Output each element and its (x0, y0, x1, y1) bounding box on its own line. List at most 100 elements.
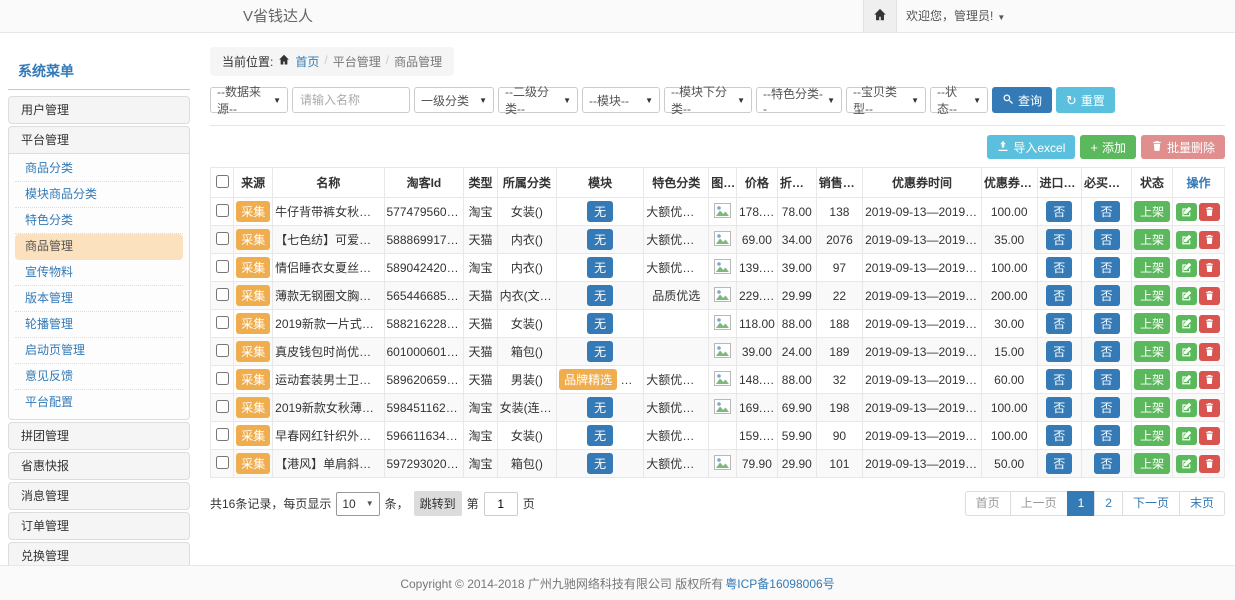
edit-button[interactable] (1176, 371, 1197, 389)
must-buy-button[interactable]: 否 (1094, 285, 1120, 306)
row-checkbox[interactable] (216, 260, 229, 273)
row-checkbox[interactable] (216, 344, 229, 357)
select-all-checkbox[interactable] (216, 175, 229, 188)
module-none-button[interactable]: 无 (587, 201, 613, 222)
add-button[interactable]: + 添加 (1080, 135, 1136, 159)
page-button-首页[interactable]: 首页 (965, 491, 1011, 516)
name-search-input[interactable] (292, 87, 410, 113)
edit-button[interactable] (1176, 259, 1197, 277)
status-button[interactable]: 上架 (1134, 341, 1170, 362)
edit-button[interactable] (1176, 287, 1197, 305)
row-checkbox[interactable] (216, 288, 229, 301)
icp-link[interactable]: 粤ICP备16098006号 (725, 575, 834, 592)
sidebar-group-header[interactable]: 订单管理 (9, 513, 189, 539)
row-checkbox[interactable] (216, 456, 229, 469)
batch-delete-button[interactable]: 批量删除 (1141, 135, 1225, 159)
status-button[interactable]: 上架 (1134, 425, 1170, 446)
status-button[interactable]: 上架 (1134, 313, 1170, 334)
filter-select[interactable]: --宝贝类型--▼ (846, 87, 926, 113)
must-buy-button[interactable]: 否 (1094, 313, 1120, 334)
row-checkbox[interactable] (216, 400, 229, 413)
must-buy-button[interactable]: 否 (1094, 341, 1120, 362)
status-button[interactable]: 上架 (1134, 397, 1170, 418)
delete-button[interactable] (1199, 371, 1220, 389)
delete-button[interactable] (1199, 455, 1220, 473)
filter-select[interactable]: --状态--▼ (930, 87, 988, 113)
import-select-button[interactable]: 否 (1046, 369, 1072, 390)
import-select-button[interactable]: 否 (1046, 425, 1072, 446)
must-buy-button[interactable]: 否 (1094, 397, 1120, 418)
module-none-button[interactable]: 无 (587, 425, 613, 446)
edit-button[interactable] (1176, 427, 1197, 445)
status-button[interactable]: 上架 (1134, 201, 1170, 222)
status-button[interactable]: 上架 (1134, 369, 1170, 390)
row-checkbox[interactable] (216, 372, 229, 385)
page-button-1[interactable]: 1 (1067, 491, 1096, 516)
filter-select[interactable]: --二级分类--▼ (498, 87, 578, 113)
sidebar-item[interactable]: 商品分类 (15, 156, 183, 182)
edit-button[interactable] (1176, 455, 1197, 473)
search-button[interactable]: 查询 (992, 87, 1052, 113)
filter-select[interactable]: --特色分类--▼ (756, 87, 842, 113)
must-buy-button[interactable]: 否 (1094, 257, 1120, 278)
must-buy-button[interactable]: 否 (1094, 201, 1120, 222)
sidebar-item[interactable]: 启动页管理 (15, 338, 183, 364)
edit-button[interactable] (1176, 343, 1197, 361)
edit-button[interactable] (1176, 203, 1197, 221)
page-button-末页[interactable]: 末页 (1179, 491, 1225, 516)
status-button[interactable]: 上架 (1134, 229, 1170, 250)
delete-button[interactable] (1199, 399, 1220, 417)
import-select-button[interactable]: 否 (1046, 313, 1072, 334)
edit-button[interactable] (1176, 231, 1197, 249)
filter-select[interactable]: --模块下分类--▼ (664, 87, 752, 113)
module-none-button[interactable]: 无 (587, 229, 613, 250)
page-button-2[interactable]: 2 (1094, 491, 1123, 516)
breadcrumb-item[interactable]: 商品管理 (394, 53, 442, 70)
sidebar-item[interactable]: 模块商品分类 (15, 182, 183, 208)
delete-button[interactable] (1199, 259, 1220, 277)
per-page-select[interactable]: 10▼ (336, 492, 379, 516)
jump-button[interactable]: 跳转到 (414, 491, 462, 516)
status-button[interactable]: 上架 (1134, 285, 1170, 306)
module-none-button[interactable]: 无 (587, 453, 613, 474)
import-excel-button[interactable]: 导入excel (987, 135, 1075, 159)
breadcrumb-item[interactable]: 平台管理 (333, 53, 381, 70)
module-none-button[interactable]: 无 (587, 257, 613, 278)
import-select-button[interactable]: 否 (1046, 257, 1072, 278)
import-select-button[interactable]: 否 (1046, 229, 1072, 250)
import-select-button[interactable]: 否 (1046, 453, 1072, 474)
row-checkbox[interactable] (216, 232, 229, 245)
edit-button[interactable] (1176, 399, 1197, 417)
import-select-button[interactable]: 否 (1046, 201, 1072, 222)
delete-button[interactable] (1199, 315, 1220, 333)
import-select-button[interactable]: 否 (1046, 285, 1072, 306)
edit-button[interactable] (1176, 315, 1197, 333)
must-buy-button[interactable]: 否 (1094, 425, 1120, 446)
delete-button[interactable] (1199, 343, 1220, 361)
import-select-button[interactable]: 否 (1046, 397, 1072, 418)
sidebar-group-header[interactable]: 省惠快报 (9, 453, 189, 479)
sidebar-item[interactable]: 特色分类 (15, 208, 183, 234)
page-button-上一页[interactable]: 上一页 (1010, 491, 1068, 516)
row-checkbox[interactable] (216, 428, 229, 441)
reset-button[interactable]: ↻ 重置 (1056, 87, 1115, 113)
status-button[interactable]: 上架 (1134, 453, 1170, 474)
delete-button[interactable] (1199, 231, 1220, 249)
page-button-下一页[interactable]: 下一页 (1122, 491, 1180, 516)
row-checkbox[interactable] (216, 316, 229, 329)
home-button[interactable] (863, 0, 897, 32)
sidebar-group-header[interactable]: 用户管理 (9, 97, 189, 123)
sidebar-item-active[interactable]: 商品管理 (15, 234, 183, 260)
delete-button[interactable] (1199, 427, 1220, 445)
must-buy-button[interactable]: 否 (1094, 369, 1120, 390)
sidebar-group-header[interactable]: 消息管理 (9, 483, 189, 509)
sidebar-item[interactable]: 宣传物料 (15, 260, 183, 286)
module-none-button[interactable]: 无 (587, 313, 613, 334)
status-button[interactable]: 上架 (1134, 257, 1170, 278)
row-checkbox[interactable] (216, 204, 229, 217)
sidebar-item[interactable]: 版本管理 (15, 286, 183, 312)
module-none-button[interactable]: 无 (587, 285, 613, 306)
filter-select[interactable]: 一级分类▼ (414, 87, 494, 113)
sidebar-group-header[interactable]: 平台管理 (9, 127, 189, 153)
delete-button[interactable] (1199, 287, 1220, 305)
